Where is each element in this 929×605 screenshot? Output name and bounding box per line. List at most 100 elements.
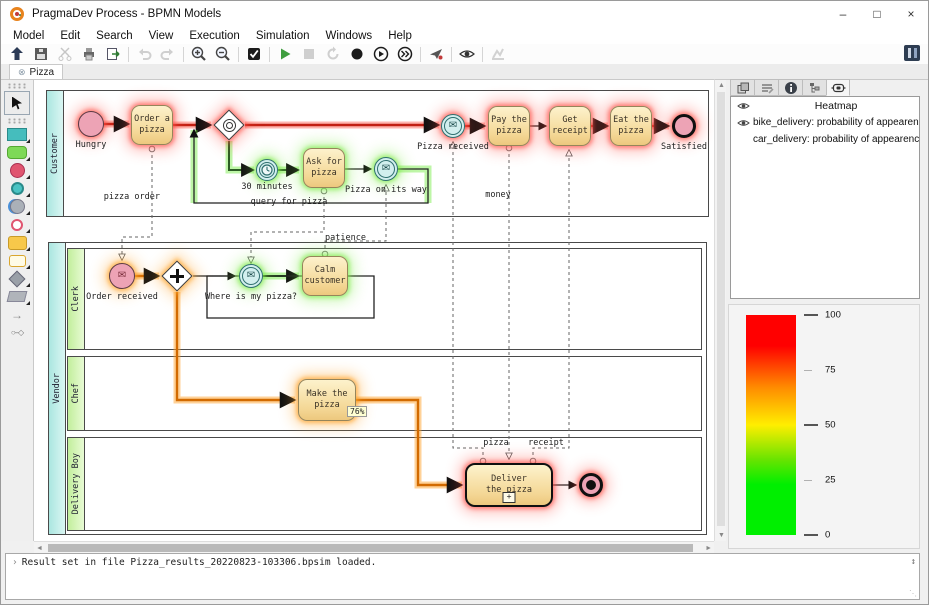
label-pizza-received: Pizza received xyxy=(411,142,495,152)
subprocess-deliver-the-pizza[interactable]: Deliver the pizza+ xyxy=(465,463,553,507)
copies-icon xyxy=(736,81,750,95)
step-icon[interactable] xyxy=(393,45,417,64)
diagram-canvas[interactable]: Customer Vendor Clerk Chef Delivery Boy xyxy=(34,79,714,541)
print-icon[interactable] xyxy=(77,45,101,64)
gateway-tool[interactable] xyxy=(6,271,29,286)
export-report-icon[interactable] xyxy=(101,45,125,64)
tab-label: Pizza xyxy=(30,67,54,78)
probability-badge: 76% xyxy=(347,406,367,417)
subprocess-expand-icon[interactable]: + xyxy=(503,492,516,503)
menu-edit[interactable]: Edit xyxy=(52,30,88,42)
perspective-icon[interactable] xyxy=(904,45,920,61)
menu-help[interactable]: Help xyxy=(380,30,420,42)
app-window: PragmaDev Process - BPMN Models – □ × Mo… xyxy=(0,0,929,605)
msg-patience[interactable] xyxy=(325,185,386,254)
menu-simulation[interactable]: Simulation xyxy=(248,30,318,42)
palette-sidebar: → ○--◇ xyxy=(1,79,34,541)
cut-icon[interactable] xyxy=(53,45,77,64)
task-tool[interactable] xyxy=(6,235,29,250)
record-icon[interactable] xyxy=(345,45,369,64)
start-event-hungry[interactable] xyxy=(78,111,104,137)
menu-windows[interactable]: Windows xyxy=(318,30,381,42)
tab-pizza[interactable]: ⊗ Pizza xyxy=(9,64,63,80)
label-30-minutes: 30 minutes xyxy=(234,182,300,192)
tab-tree[interactable] xyxy=(802,79,826,96)
watch-icon[interactable] xyxy=(455,45,479,64)
message-event-pizza-on-its-way[interactable]: ✉ xyxy=(374,157,398,181)
task-pay-the-pizza[interactable]: Pay the pizza xyxy=(488,106,530,146)
resize-grip-icon[interactable]: ⋱ xyxy=(909,589,917,598)
flow-make-deliver[interactable] xyxy=(356,400,462,485)
data-object-icon xyxy=(7,291,28,302)
run-icon[interactable] xyxy=(273,45,297,64)
scale-label-25: 25 xyxy=(825,475,836,486)
palette-grip[interactable] xyxy=(7,83,27,89)
data-object-tool[interactable] xyxy=(6,289,29,304)
message-start-order-received[interactable]: ✉ xyxy=(109,263,135,289)
end-event-tool[interactable] xyxy=(6,199,29,214)
sequence-flow-tool[interactable]: → xyxy=(6,307,29,322)
minimize-button[interactable]: – xyxy=(826,1,860,27)
maximize-button[interactable]: □ xyxy=(860,1,894,27)
tab-properties[interactable] xyxy=(754,79,778,96)
flow-gateway-timer[interactable] xyxy=(229,141,254,170)
menu-search[interactable]: Search xyxy=(88,30,140,42)
task-order-a-pizza[interactable]: Order a pizza xyxy=(131,105,173,145)
zoom-out-icon[interactable] xyxy=(211,45,235,64)
scroll-right-icon[interactable]: ► xyxy=(705,545,712,552)
eye-icon[interactable] xyxy=(737,118,753,128)
message-event-where-is-my-pizza[interactable]: ✉ xyxy=(239,264,263,288)
msg-receipt[interactable] xyxy=(533,150,569,461)
gateway-icon xyxy=(9,270,26,287)
run-to-icon[interactable] xyxy=(369,45,393,64)
hscroll-thumb[interactable] xyxy=(48,544,693,552)
start-event-tool[interactable] xyxy=(6,163,29,178)
up-icon[interactable] xyxy=(5,45,29,64)
log-message: Result set in file Pizza_results_2022082… xyxy=(22,557,377,568)
terminate-end-event[interactable] xyxy=(579,473,603,497)
sub-process-tool[interactable] xyxy=(6,253,29,268)
select-tool[interactable] xyxy=(4,91,30,115)
lane-tool[interactable] xyxy=(6,145,29,160)
tab-instances[interactable] xyxy=(730,79,754,96)
pool-tool[interactable] xyxy=(6,127,29,142)
canvas-hscrollbar[interactable]: ◄ ► xyxy=(34,541,714,553)
intermediate-event-tool[interactable] xyxy=(6,181,29,196)
message-flow-tool[interactable]: ○--◇ xyxy=(6,325,29,340)
heatmap-row-car[interactable]: car_delivery: probability of appearence … xyxy=(731,131,919,148)
title-bar: PragmaDev Process - BPMN Models – □ × xyxy=(1,1,928,27)
log-scroll-icon[interactable]: ↕ xyxy=(911,557,916,567)
menu-execution[interactable]: Execution xyxy=(181,30,248,42)
end-event-circle-tool[interactable] xyxy=(6,217,29,232)
canvas-vscrollbar[interactable]: ▲ ▼ xyxy=(714,79,726,541)
save-icon[interactable] xyxy=(29,45,53,64)
eye-icon[interactable] xyxy=(737,101,753,111)
task-eat-the-pizza[interactable]: Eat the pizza xyxy=(610,106,652,146)
heatmap-header-row[interactable]: Heatmap xyxy=(731,97,919,114)
close-button[interactable]: × xyxy=(894,1,928,27)
prompt-icon[interactable] xyxy=(424,45,448,64)
tick-0 xyxy=(804,534,818,536)
scroll-down-icon[interactable]: ▼ xyxy=(718,532,725,539)
scroll-left-icon[interactable]: ◄ xyxy=(36,545,43,552)
task-ask-for-pizza[interactable]: Ask for pizza xyxy=(303,148,345,188)
log-panel[interactable]: ›Result set in file Pizza_results_202208… xyxy=(5,553,920,600)
scroll-up-icon[interactable]: ▲ xyxy=(718,82,725,89)
task-calm-customer[interactable]: Calm customer xyxy=(302,256,348,296)
menu-model[interactable]: Model xyxy=(5,30,52,42)
end-event-satisfied[interactable] xyxy=(672,114,696,138)
heatmap-row-bike[interactable]: bike_delivery: probability of appearence… xyxy=(731,114,919,131)
menu-view[interactable]: View xyxy=(141,30,182,42)
task-get-receipt[interactable]: Get receipt xyxy=(549,106,591,146)
message-event-pizza-received[interactable]: ✉ xyxy=(441,114,465,138)
timer-event-30min[interactable] xyxy=(256,159,278,181)
palette-grip2[interactable] xyxy=(7,118,27,124)
tab-heatmap[interactable] xyxy=(826,79,850,96)
zoom-in-icon[interactable] xyxy=(187,45,211,64)
vscroll-thumb[interactable] xyxy=(717,92,725,526)
tab-info[interactable] xyxy=(778,79,802,96)
validate-icon[interactable] xyxy=(242,45,266,64)
flow-gateway-make[interactable] xyxy=(177,292,295,400)
tab-close-icon[interactable]: ⊗ xyxy=(18,67,26,78)
msg-pizza-order[interactable] xyxy=(122,149,152,260)
